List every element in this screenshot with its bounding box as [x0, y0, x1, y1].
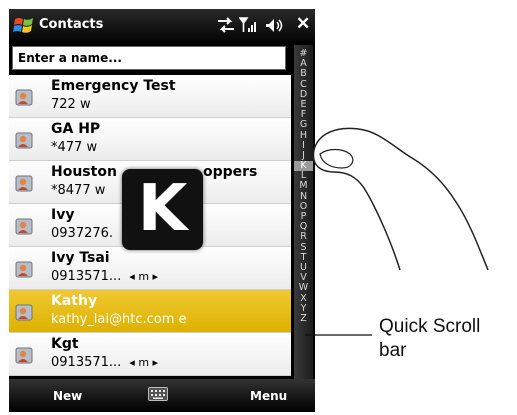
quick-scroll-caption: Quick Scroll bar	[379, 315, 480, 363]
caption-line-2: bar	[379, 340, 407, 361]
caption-line-1: Quick Scroll	[379, 316, 481, 337]
